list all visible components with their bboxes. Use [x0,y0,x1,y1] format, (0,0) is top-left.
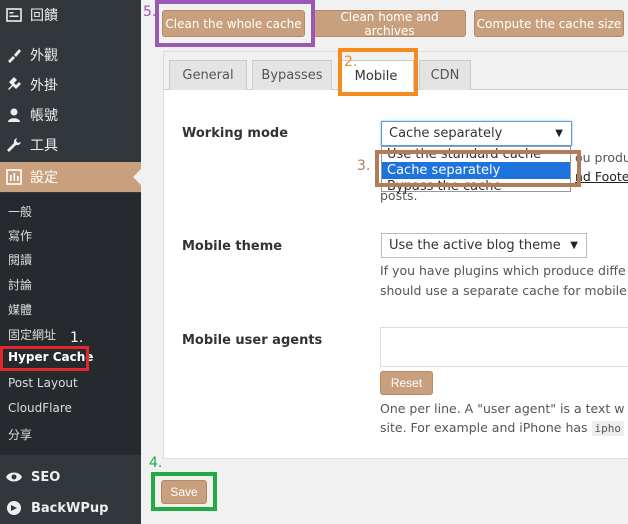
submenu-cloudflare[interactable]: CloudFlare [8,401,72,415]
header-footer-link[interactable]: nd Footer [575,167,628,187]
mobile-theme-value: Use the active blog theme [389,238,561,253]
feedback-icon [6,7,22,23]
menu-settings[interactable]: 設定 [0,162,141,192]
clean-whole-cache-button[interactable]: Clean the whole cache [162,10,305,37]
submenu-reading[interactable]: 閱讀 [8,251,32,268]
option-cache-separately[interactable]: Cache separately [382,162,570,179]
working-mode-value: Cache separately [389,126,503,141]
working-mode-label: Working mode [182,126,289,141]
save-button[interactable]: Save [161,480,207,504]
menu-label: 工具 [30,138,58,154]
menu-label: BackWPup [31,500,109,516]
mobile-theme-desc-2: should use a separate cache for mobile [380,283,627,298]
annotation-number-5: 5. [143,4,157,20]
annotation-number-2: 2. [344,54,358,70]
submenu-discussion[interactable]: 討論 [8,276,32,293]
menu-tools[interactable]: 工具 [0,130,141,160]
menu-users[interactable]: 帳號 [0,100,141,130]
plugins-icon [6,77,22,93]
submenu-post-layout[interactable]: Post Layout [8,376,78,390]
chevron-down-icon: ▼ [570,240,578,251]
working-mode-select[interactable]: Cache separately ▼ [381,121,572,146]
menu-plugins[interactable]: 外掛 [0,70,141,100]
wrench-icon [6,137,22,153]
chevron-down-icon: ▼ [555,128,563,139]
annotation-number-3: 3. [357,158,371,174]
option-standard-cache[interactable]: Use the standard cache [382,147,570,162]
submenu-writing[interactable]: 寫作 [8,227,32,244]
user-agents-desc-2: site. For example and iPhone has ipho [380,418,625,439]
menu-label: 外觀 [30,48,58,64]
submenu-permalinks[interactable]: 固定網址 [8,326,56,343]
mobile-theme-label: Mobile theme [182,239,283,254]
menu-label: 外掛 [30,78,58,94]
mobile-theme-desc-1: If you have plugins which produce diffe [380,263,626,278]
menu-label: 回饋 [30,8,58,24]
annotation-number-1: 1. [70,330,84,346]
appearance-icon [6,47,22,63]
menu-feedback[interactable]: 回饋 [0,0,141,30]
user-agents-desc-1: One per line. A "user agent" is a text w [380,401,625,416]
option-bypass-cache[interactable]: Bypass the cache [382,179,570,194]
user-agents-desc-text: site. For example and iPhone has [380,420,588,435]
menu-appearance[interactable]: 外觀 [0,40,141,70]
menu-label: 設定 [30,170,58,186]
tab-bar: General Bypasses Mobile CDN [164,52,628,91]
user-icon [6,107,22,123]
submenu-media[interactable]: 媒體 [8,301,32,318]
tab-bypasses[interactable]: Bypasses [252,60,332,90]
settings-icon [6,169,22,185]
menu-backwpup[interactable]: BackWPup [0,493,141,523]
submenu-hyper-cache[interactable]: Hyper Cache [0,348,101,366]
footer-bar [141,459,628,524]
submenu-general[interactable]: 一般 [8,203,32,220]
clean-home-archives-button[interactable]: Clean home and archives [313,10,466,38]
mobile-user-agents-textarea[interactable] [380,327,628,367]
working-mode-dropdown: Use the standard cache Cache separately … [381,146,571,194]
submenu-share[interactable]: 分享 [8,426,32,443]
mobile-theme-select[interactable]: Use the active blog theme ▼ [381,233,587,258]
annotation-number-4: 4. [149,455,163,471]
admin-sidebar: 回饋 外觀 外掛 帳號 工具 設定 一般 寫作 閱讀 討論 媒體 固定網址 Hy… [0,0,141,524]
menu-seo[interactable]: SEO [0,462,141,492]
compute-cache-size-button[interactable]: Compute the cache size [474,10,624,37]
menu-label: 帳號 [30,108,58,124]
tab-general[interactable]: General [169,60,247,90]
reset-button[interactable]: Reset [380,371,433,395]
seo-icon [5,469,23,485]
backwpup-icon [5,500,23,516]
tab-cdn[interactable]: CDN [419,60,471,90]
iphone-code: ipho [591,421,625,436]
mobile-user-agents-label: Mobile user agents [182,333,323,348]
working-mode-desc-1: ou produ [575,150,628,165]
menu-label: SEO [31,469,61,485]
